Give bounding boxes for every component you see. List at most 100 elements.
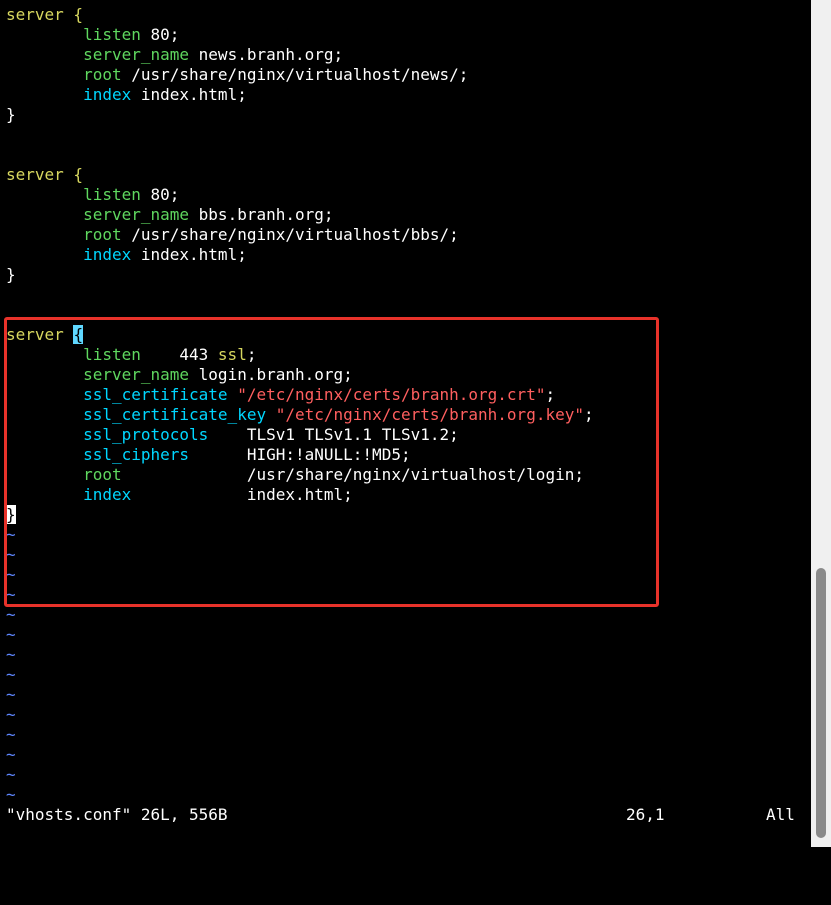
code-buffer[interactable]: server { listen 80; server_name news.bra… — [6, 5, 594, 805]
code-token: root — [83, 465, 122, 484]
code-token: index.html; — [131, 85, 247, 104]
code-line: root /usr/share/nginx/virtualhost/news/; — [6, 65, 594, 85]
code-line: index index.html; — [6, 245, 594, 265]
code-token: } — [6, 505, 16, 524]
code-token: ssl_certificate_key — [83, 405, 267, 424]
code-token: ~ — [6, 605, 16, 624]
code-token: /usr/share/nginx/virtualhost/news/; — [121, 65, 469, 84]
code-line: server_name news.branh.org; — [6, 45, 594, 65]
empty-line-marker: ~ — [6, 645, 594, 665]
code-token: 80; — [140, 185, 180, 204]
code-token: ; — [246, 345, 257, 364]
code-token: ~ — [6, 545, 16, 564]
code-token: index — [83, 245, 132, 264]
code-token: ~ — [6, 525, 16, 544]
status-scroll-position: All — [766, 805, 795, 824]
code-token: ~ — [6, 665, 16, 684]
code-token: /usr/share/nginx/virtualhost/bbs/; — [121, 225, 459, 244]
code-token: } — [6, 265, 16, 284]
status-line: "vhosts.conf" 26L, 556B 26,1 All — [6, 805, 806, 825]
code-token: ~ — [6, 785, 16, 804]
code-token: index.html; — [131, 485, 353, 504]
code-token: /usr/share/nginx/virtualhost/login; — [121, 465, 584, 484]
code-token: server { — [6, 165, 84, 184]
code-line: ssl_certificate_key "/etc/nginx/certs/br… — [6, 405, 594, 425]
vertical-scrollbar[interactable] — [811, 0, 831, 847]
code-line: server { — [6, 5, 594, 25]
empty-line-marker: ~ — [6, 725, 594, 745]
empty-line-marker: ~ — [6, 665, 594, 685]
code-line: listen 80; — [6, 185, 594, 205]
empty-line-marker: ~ — [6, 765, 594, 785]
code-token: ~ — [6, 625, 16, 644]
code-token: "/etc/nginx/certs/branh.org.key" — [275, 405, 584, 424]
code-line: listen 443 ssl; — [6, 345, 594, 365]
status-file-info: "vhosts.conf" 26L, 556B — [6, 805, 228, 824]
code-token: ~ — [6, 705, 16, 724]
code-token: index.html; — [131, 245, 247, 264]
code-token: index — [83, 85, 132, 104]
code-token: TLSv1 TLSv1.1 TLSv1.2; — [208, 425, 459, 444]
code-token: HIGH:!aNULL:!MD5; — [189, 445, 411, 464]
code-token: ssl_protocols — [83, 425, 209, 444]
empty-line-marker: ~ — [6, 565, 594, 585]
empty-line-marker: ~ — [6, 545, 594, 565]
empty-line-marker: ~ — [6, 585, 594, 605]
code-token: ; — [545, 385, 556, 404]
code-token: ~ — [6, 585, 16, 604]
status-cursor-position: 26,1 — [626, 805, 665, 824]
code-line: listen 80; — [6, 25, 594, 45]
code-line: ssl_protocols TLSv1 TLSv1.1 TLSv1.2; — [6, 425, 594, 445]
code-token: listen — [83, 345, 141, 364]
scrollbar-thumb[interactable] — [816, 568, 826, 838]
empty-line-marker: ~ — [6, 785, 594, 805]
code-token: ~ — [6, 685, 16, 704]
empty-line-marker: ~ — [6, 625, 594, 645]
code-token: ~ — [6, 765, 16, 784]
code-token: ~ — [6, 745, 16, 764]
code-token: server_name — [83, 205, 190, 224]
code-token: ssl_certificate — [83, 385, 228, 404]
code-line: root /usr/share/nginx/virtualhost/login; — [6, 465, 594, 485]
code-token: ~ — [6, 645, 16, 664]
code-token: ~ — [6, 725, 16, 744]
code-line: server { — [6, 325, 594, 345]
empty-line-marker: ~ — [6, 685, 594, 705]
code-token: server — [6, 325, 74, 344]
code-line: ssl_ciphers HIGH:!aNULL:!MD5; — [6, 445, 594, 465]
code-token: server_name — [83, 365, 190, 384]
code-line: index index.html; — [6, 485, 594, 505]
empty-line-marker: ~ — [6, 605, 594, 625]
code-token: server_name — [83, 45, 190, 64]
code-line: server_name login.branh.org; — [6, 365, 594, 385]
code-line: root /usr/share/nginx/virtualhost/bbs/; — [6, 225, 594, 245]
code-token: login.branh.org; — [189, 365, 353, 384]
code-token: ~ — [6, 565, 16, 584]
code-token: 443 — [140, 345, 218, 364]
vim-editor[interactable]: server { listen 80; server_name news.bra… — [0, 0, 811, 847]
empty-line-marker: ~ — [6, 705, 594, 725]
code-token: news.branh.org; — [189, 45, 344, 64]
code-token: "/etc/nginx/certs/branh.org.crt" — [237, 385, 546, 404]
code-token: listen — [83, 185, 141, 204]
